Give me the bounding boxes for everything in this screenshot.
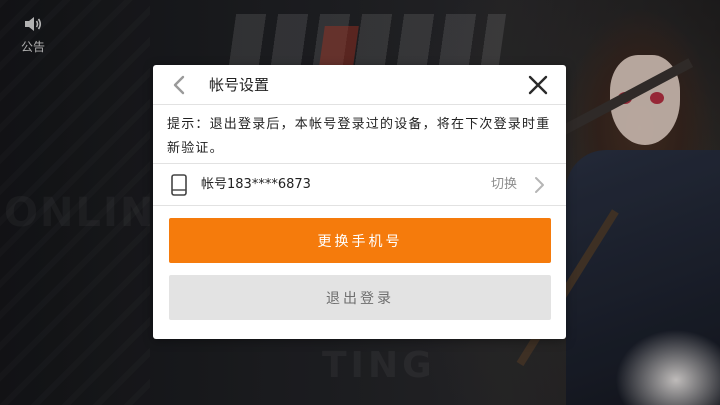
close-icon (528, 75, 548, 95)
change-phone-button[interactable]: 更换手机号 (169, 218, 551, 263)
account-number: 帐号183****6873 (201, 177, 311, 192)
dialog-header: 帐号设置 (153, 65, 566, 105)
phone-icon (171, 174, 187, 196)
dialog-title: 帐号设置 (209, 76, 270, 94)
back-button[interactable] (167, 73, 191, 97)
account-settings-dialog: 帐号设置 提示：退出登录后，本帐号登录过的设备，将在下次登录时重新验证。 帐号1… (153, 65, 566, 339)
chevron-left-icon (173, 75, 185, 95)
switch-account-label: 切换 (491, 177, 518, 192)
close-button[interactable] (525, 72, 551, 98)
logout-tip-text: 提示：退出登录后，本帐号登录过的设备，将在下次登录时重新验证。 (167, 117, 551, 156)
logout-button[interactable]: 退出登录 (169, 275, 551, 320)
account-row[interactable]: 帐号183****6873 切换 (153, 163, 566, 206)
chevron-right-icon (535, 177, 544, 193)
